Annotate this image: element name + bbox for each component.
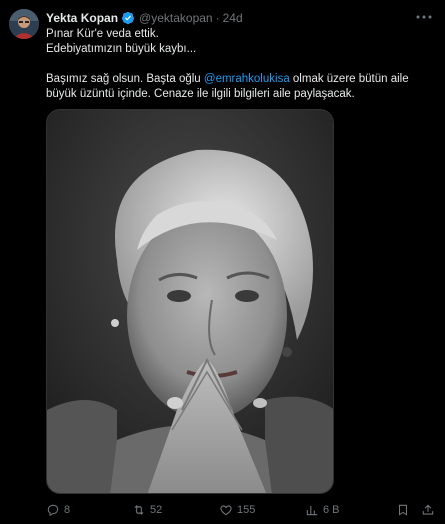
tweet-header: Yekta Kopan @yektakopan · 24d [46, 9, 243, 27]
views-button[interactable]: 6 B [305, 502, 340, 518]
tweet[interactable]: Yekta Kopan @yektakopan · 24d Pınar Kür'… [0, 0, 445, 524]
text-segment: Başımız sağ olsun. Başta oğlu [46, 73, 204, 85]
share-button[interactable] [421, 502, 435, 518]
avatar[interactable] [9, 9, 39, 39]
more-icon[interactable] [415, 9, 433, 25]
views-count: 6 B [323, 504, 340, 516]
like-button[interactable]: 155 [219, 502, 255, 518]
tweet-text-line: Pınar Kür'e veda ettik. [46, 28, 159, 40]
mention-link[interactable]: @emrahkolukisa [204, 73, 290, 85]
tweet-text-line: Edebiyatımızın büyük kaybı... [46, 43, 197, 55]
portrait-image [47, 110, 333, 493]
bookmark-icon [398, 504, 408, 516]
like-icon [220, 505, 232, 516]
retweet-count: 52 [150, 504, 163, 516]
tweet-photo[interactable] [46, 109, 334, 494]
reply-button[interactable]: 8 [46, 502, 70, 518]
author-handle[interactable]: @yektakopan [139, 11, 213, 25]
verified-badge-icon [121, 11, 135, 25]
separator-dot: · [215, 11, 220, 25]
tweet-text: Pınar Kür'e veda ettik. Edebiyatımızın b… [46, 27, 431, 102]
retweet-icon [134, 505, 144, 515]
timestamp[interactable]: 24d [223, 11, 243, 25]
retweet-button[interactable]: 52 [132, 502, 162, 518]
bookmark-button[interactable] [396, 502, 410, 518]
tweet-text-line: Başımız sağ olsun. Başta oğlu @emrahkolu… [46, 72, 431, 87]
share-icon [422, 504, 434, 515]
author-name[interactable]: Yekta Kopan [46, 11, 118, 25]
reply-icon [47, 504, 59, 517]
like-count: 155 [237, 504, 256, 516]
tweet-text-line: büyük üzüntü içinde. Cenaze ile ilgili b… [46, 88, 355, 100]
tweet-actions: 8 52 155 6 B [46, 502, 438, 518]
reply-count: 8 [64, 504, 71, 516]
views-icon [306, 505, 318, 516]
text-segment: olmak üzere bütün aile [289, 73, 409, 85]
